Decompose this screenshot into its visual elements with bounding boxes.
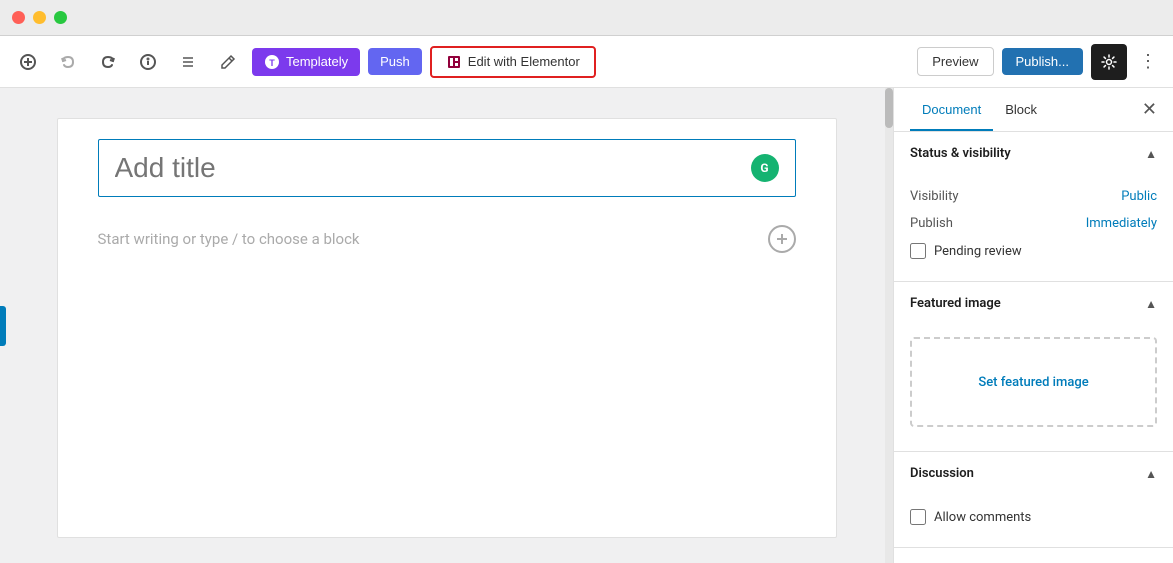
status-visibility-content: Visibility Public Publish Immediately Pe…: [894, 175, 1173, 281]
discussion-title: Discussion: [910, 466, 974, 481]
tab-document-label: Document: [922, 102, 981, 117]
pending-review-label: Pending review: [934, 244, 1022, 259]
settings-button[interactable]: [1091, 44, 1127, 80]
grammarly-icon: G: [751, 154, 779, 182]
status-visibility-chevron: ▲: [1145, 147, 1157, 161]
status-visibility-title: Status & visibility: [910, 146, 1011, 161]
visibility-label: Visibility: [910, 189, 959, 204]
tab-block[interactable]: Block: [993, 88, 1049, 131]
traffic-light-green[interactable]: [54, 11, 67, 24]
edit-with-elementor-button[interactable]: Edit with Elementor: [430, 46, 596, 78]
push-button[interactable]: Push: [368, 48, 422, 75]
sidebar-close-button[interactable]: ✕: [1142, 99, 1157, 120]
more-options-button[interactable]: ⋮: [1135, 47, 1161, 76]
tab-block-label: Block: [1005, 102, 1037, 117]
toolbar: T Templately Push Edit with Elementor Pr…: [0, 36, 1173, 88]
more-icon: ⋮: [1139, 51, 1157, 71]
tab-document[interactable]: Document: [910, 88, 993, 131]
set-featured-image-label: Set featured image: [978, 375, 1088, 390]
drag-handle[interactable]: [0, 306, 6, 346]
elementor-label: Edit with Elementor: [468, 54, 580, 69]
list-view-button[interactable]: [172, 46, 204, 78]
add-block-toolbar-button[interactable]: [12, 46, 44, 78]
publish-button[interactable]: Publish...: [1002, 48, 1083, 75]
push-label: Push: [380, 54, 410, 69]
block-hint-text: Start writing or type / to choose a bloc…: [98, 230, 360, 248]
sidebar-tabs: Document Block ✕: [894, 88, 1173, 132]
discussion-section: Discussion ▲ Allow comments: [894, 452, 1173, 548]
status-visibility-section: Status & visibility ▲ Visibility Public …: [894, 132, 1173, 282]
main-layout: G Start writing or type / to choose a bl…: [0, 88, 1173, 563]
svg-text:T: T: [269, 58, 275, 68]
undo-button[interactable]: [52, 46, 84, 78]
pencil-button[interactable]: [212, 46, 244, 78]
discussion-chevron: ▲: [1145, 467, 1157, 481]
sidebar: Document Block ✕ Status & visibility ▲ V…: [893, 88, 1173, 563]
publish-label: Publish...: [1016, 54, 1069, 69]
allow-comments-row: Allow comments: [910, 503, 1157, 531]
editor-scrollbar[interactable]: [885, 88, 893, 563]
block-hint-area: Start writing or type / to choose a bloc…: [98, 217, 796, 261]
redo-button[interactable]: [92, 46, 124, 78]
add-block-inline-button[interactable]: [768, 225, 796, 253]
visibility-value[interactable]: Public: [1121, 189, 1157, 204]
featured-image-chevron: ▲: [1145, 297, 1157, 311]
editor-scrollbar-thumb[interactable]: [885, 88, 893, 128]
publish-label-sidebar: Publish: [910, 216, 953, 231]
featured-image-header[interactable]: Featured image ▲: [894, 282, 1173, 325]
editor-content: G Start writing or type / to choose a bl…: [57, 118, 837, 538]
templately-label: Templately: [286, 54, 348, 69]
publish-value[interactable]: Immediately: [1086, 216, 1157, 231]
close-icon: ✕: [1142, 99, 1157, 119]
info-button[interactable]: [132, 46, 164, 78]
discussion-content: Allow comments: [894, 495, 1173, 547]
featured-image-section: Featured image ▲ Set featured image: [894, 282, 1173, 452]
visibility-row: Visibility Public: [910, 183, 1157, 210]
preview-label: Preview: [932, 54, 978, 69]
post-title-input[interactable]: [115, 152, 751, 184]
traffic-light-red[interactable]: [12, 11, 25, 24]
featured-image-content: Set featured image: [894, 325, 1173, 451]
pending-review-row: Pending review: [910, 237, 1157, 265]
discussion-header[interactable]: Discussion ▲: [894, 452, 1173, 495]
editor-area: G Start writing or type / to choose a bl…: [0, 88, 893, 563]
preview-button[interactable]: Preview: [917, 47, 993, 76]
allow-comments-checkbox[interactable]: [910, 509, 926, 525]
traffic-light-yellow[interactable]: [33, 11, 46, 24]
status-visibility-header[interactable]: Status & visibility ▲: [894, 132, 1173, 175]
publish-row: Publish Immediately: [910, 210, 1157, 237]
allow-comments-label: Allow comments: [934, 510, 1031, 525]
featured-image-title: Featured image: [910, 296, 1001, 311]
titlebar: [0, 0, 1173, 36]
pending-review-checkbox[interactable]: [910, 243, 926, 259]
set-featured-image-button[interactable]: Set featured image: [910, 337, 1157, 427]
title-area[interactable]: G: [98, 139, 796, 197]
templately-button[interactable]: T Templately: [252, 48, 360, 76]
